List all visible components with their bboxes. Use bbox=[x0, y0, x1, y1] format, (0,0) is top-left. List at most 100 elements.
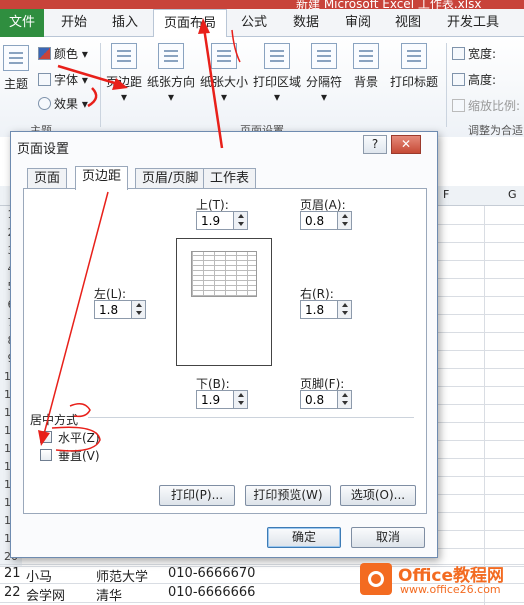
page-setup-dialog: 页面设置 ? ✕ 页面 页眉/页脚 工作表 上(T): 页眉(A): 左(L):… bbox=[10, 131, 438, 558]
tab-developer[interactable]: 开发工具 bbox=[440, 9, 506, 37]
margins-panel: 上(T): 页眉(A): 左(L): 右(R): 下(B): 页脚(F): bbox=[23, 188, 427, 514]
column-header-f[interactable]: F bbox=[443, 188, 449, 201]
themes-label: 主题 bbox=[3, 77, 28, 91]
size-label: 纸张大小 bbox=[199, 75, 248, 89]
tab-home[interactable]: 开始 bbox=[52, 9, 96, 37]
spin-down-icon[interactable] bbox=[131, 309, 145, 318]
margins-label: 页边距 bbox=[105, 75, 142, 89]
breaks-icon bbox=[311, 43, 337, 69]
tab-formulas[interactable]: 公式 bbox=[232, 9, 276, 37]
tab-header-footer[interactable]: 页眉/页脚 bbox=[135, 168, 206, 189]
spin-down-icon[interactable] bbox=[337, 399, 351, 408]
horizontal-checkbox[interactable] bbox=[40, 431, 52, 443]
watermark-url: www.office26.com bbox=[400, 583, 501, 596]
cell-name[interactable]: 小马 bbox=[26, 566, 52, 585]
spin-down-icon[interactable] bbox=[337, 309, 351, 318]
margins-icon bbox=[111, 43, 137, 69]
bottom-margin-spinner[interactable] bbox=[196, 390, 248, 409]
left-margin-spinner[interactable] bbox=[94, 300, 146, 319]
print-titles-button[interactable]: 打印标题 bbox=[388, 43, 440, 90]
scale-icon bbox=[452, 99, 465, 112]
tab-page[interactable]: 页面 bbox=[27, 168, 68, 189]
print-preview-button[interactable]: 打印预览(W) bbox=[245, 485, 331, 506]
ribbon: 主题 颜色 ▾ 字体 ▾ 效果 ▾ 页边距 ▾ 纸张方向 ▾ 纸张大小 ▾ 打印区域 ▾… bbox=[0, 37, 524, 137]
tab-file[interactable]: 文件 bbox=[0, 9, 44, 37]
cell-school[interactable]: 清华 bbox=[96, 585, 122, 604]
right-margin-spinner[interactable] bbox=[300, 300, 352, 319]
watermark-logo: Office教程网 www.office26.com bbox=[360, 559, 520, 601]
grid-line bbox=[484, 206, 485, 605]
effects-icon bbox=[38, 97, 51, 110]
right-margin-input[interactable] bbox=[301, 301, 337, 318]
column-header-g[interactable]: G bbox=[508, 188, 517, 201]
vertical-checkbox[interactable] bbox=[40, 449, 52, 461]
page-preview bbox=[176, 238, 272, 366]
spin-down-icon[interactable] bbox=[233, 399, 247, 408]
orientation-label: 纸张方向 bbox=[146, 75, 195, 89]
print-button[interactable]: 打印(P)... bbox=[159, 485, 235, 506]
tab-margins[interactable]: 页边距 bbox=[75, 166, 129, 190]
footer-margin-spinner[interactable] bbox=[300, 390, 352, 409]
print-area-button[interactable]: 打印区域 ▾ bbox=[252, 43, 302, 104]
header-margin-spinner[interactable] bbox=[300, 211, 352, 230]
spin-down-icon[interactable] bbox=[337, 220, 351, 229]
ribbon-tabs: 文件 开始 插入 页面布局 公式 数据 审阅 视图 开发工具 bbox=[0, 9, 524, 38]
grid-line bbox=[0, 602, 524, 603]
cell-phone[interactable]: 010-6666666 bbox=[168, 585, 255, 600]
tab-view[interactable]: 视图 bbox=[386, 9, 430, 37]
orientation-icon bbox=[158, 43, 184, 69]
logo-ring bbox=[368, 571, 384, 587]
vertical-label: 垂直(V) bbox=[58, 449, 100, 463]
tab-review[interactable]: 审阅 bbox=[336, 9, 380, 37]
fonts-button[interactable]: 字体 ▾ bbox=[38, 71, 88, 88]
height-icon bbox=[452, 73, 465, 86]
colors-icon bbox=[38, 47, 51, 60]
group-label-scale: 调整为合适 bbox=[468, 124, 523, 137]
cell-school[interactable]: 师范大学 bbox=[96, 566, 148, 585]
effects-button[interactable]: 效果 ▾ bbox=[38, 95, 88, 112]
breaks-label: 分隔符 bbox=[305, 75, 342, 89]
scale-percent[interactable]: 缩放比例: bbox=[452, 97, 520, 114]
tab-data[interactable]: 数据 bbox=[284, 9, 328, 37]
size-button[interactable]: 纸张大小 ▾ bbox=[198, 43, 250, 104]
colors-label: 颜色 bbox=[54, 47, 79, 61]
bottom-margin-input[interactable] bbox=[197, 391, 233, 408]
footer-margin-input[interactable] bbox=[301, 391, 337, 408]
themes-icon bbox=[3, 45, 29, 71]
scale-width-label: 宽度: bbox=[468, 47, 497, 61]
width-icon bbox=[452, 47, 465, 60]
tab-page-layout[interactable]: 页面布局 bbox=[153, 9, 227, 38]
print-titles-label: 打印标题 bbox=[389, 75, 438, 89]
help-button[interactable]: ? bbox=[363, 135, 387, 154]
themes-button[interactable]: 主题 bbox=[0, 45, 32, 92]
top-margin-spinner[interactable] bbox=[196, 211, 248, 230]
orientation-button[interactable]: 纸张方向 ▾ bbox=[146, 43, 196, 104]
scale-height[interactable]: 高度: bbox=[452, 71, 496, 88]
size-icon bbox=[211, 43, 237, 69]
tab-sheet[interactable]: 工作表 bbox=[203, 168, 257, 189]
effects-label: 效果 bbox=[54, 97, 79, 111]
left-margin-input[interactable] bbox=[95, 301, 131, 318]
margins-button[interactable]: 页边距 ▾ bbox=[104, 43, 144, 104]
page-preview-table bbox=[191, 251, 257, 297]
top-margin-input[interactable] bbox=[197, 212, 233, 229]
row-number[interactable]: 21 bbox=[4, 566, 21, 581]
tab-insert[interactable]: 插入 bbox=[103, 9, 147, 37]
header-margin-input[interactable] bbox=[301, 212, 337, 229]
colors-button[interactable]: 颜色 ▾ bbox=[38, 45, 88, 62]
scale-width[interactable]: 宽度: bbox=[452, 45, 496, 62]
options-button[interactable]: 选项(O)... bbox=[340, 485, 416, 506]
background-button[interactable]: 背景 bbox=[348, 43, 384, 90]
row-number[interactable]: 22 bbox=[4, 585, 21, 600]
fonts-label: 字体 bbox=[54, 73, 79, 87]
scale-height-label: 高度: bbox=[468, 73, 497, 87]
breaks-button[interactable]: 分隔符 ▾ bbox=[304, 43, 344, 104]
close-button[interactable]: ✕ bbox=[391, 135, 421, 154]
ok-button[interactable]: 确定 bbox=[267, 527, 341, 548]
cell-phone[interactable]: 010-6666670 bbox=[168, 566, 255, 581]
dialog-title: 页面设置 bbox=[17, 142, 70, 157]
fonts-icon bbox=[38, 73, 51, 86]
cancel-button[interactable]: 取消 bbox=[351, 527, 425, 548]
cell-name[interactable]: 会学网 bbox=[26, 585, 65, 604]
spin-down-icon[interactable] bbox=[233, 220, 247, 229]
